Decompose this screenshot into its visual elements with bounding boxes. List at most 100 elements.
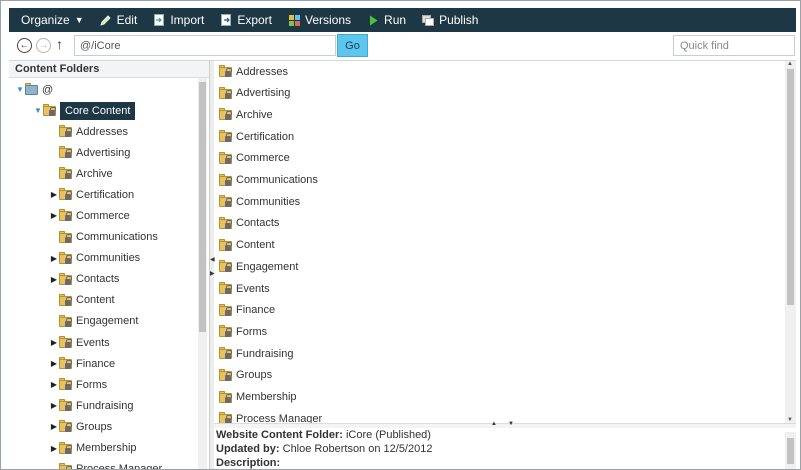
folder-icon xyxy=(59,209,72,222)
tree-item[interactable]: ▶ Events xyxy=(49,332,110,353)
import-button[interactable]: Import xyxy=(145,8,212,32)
folder-icon xyxy=(59,399,72,412)
list-item[interactable]: Addresses xyxy=(219,61,288,82)
tree-item[interactable]: Advertising xyxy=(49,142,130,163)
tree-item[interactable]: ▶ Forms xyxy=(49,374,107,395)
list-item[interactable]: Membership xyxy=(219,387,297,408)
tree-item[interactable]: ▶ Fundraising xyxy=(49,395,133,416)
expand-arrow-icon[interactable]: ▼ xyxy=(33,106,43,115)
expand-arrow-icon[interactable]: ▶ xyxy=(49,444,59,453)
list-item[interactable]: Advertising xyxy=(219,83,290,104)
tree-item-label: Events xyxy=(76,336,110,349)
tree-item[interactable]: Archive xyxy=(49,163,113,184)
folder-icon xyxy=(59,167,72,180)
right-scrollbar[interactable]: ▲ ▼ xyxy=(785,61,796,423)
tree-item[interactable]: Content xyxy=(49,290,115,311)
edit-button[interactable]: Edit xyxy=(92,8,146,32)
list-item[interactable]: Certification xyxy=(219,126,294,147)
list-item[interactable]: Finance xyxy=(219,300,275,321)
list-item-label: Communities xyxy=(236,195,301,208)
folder-icon xyxy=(59,125,72,137)
tree-item-label: Process Manager xyxy=(76,463,163,470)
folder-type-value: iCore (Published) xyxy=(345,429,431,441)
tree-item[interactable]: ▶ Contacts xyxy=(49,269,119,290)
back-arrow-icon[interactable]: ← xyxy=(17,38,32,53)
details-scrollbar-thumb[interactable] xyxy=(787,438,794,464)
tree-item-core-content[interactable]: ▼ Core Content xyxy=(33,100,136,121)
organize-menu-button[interactable]: Organize ▼ xyxy=(15,8,92,32)
root-label: @ xyxy=(42,83,54,96)
expand-arrow-icon[interactable]: ▶ xyxy=(49,422,59,431)
forward-arrow-icon[interactable]: → xyxy=(36,38,51,53)
left-scrollbar[interactable] xyxy=(198,78,207,469)
list-item-label: Certification xyxy=(236,130,295,143)
right-scrollbar-thumb[interactable] xyxy=(787,69,794,305)
pencil-icon xyxy=(100,14,112,26)
tree-item-label: Engagement xyxy=(76,315,139,328)
expand-arrow-icon[interactable]: ▶ xyxy=(49,401,59,410)
folder-icon xyxy=(59,420,72,433)
list-item[interactable]: Engagement xyxy=(219,256,298,277)
collapse-down-icon[interactable]: ▼ xyxy=(508,421,514,427)
list-item[interactable]: Fundraising xyxy=(219,343,293,364)
expand-arrow-icon[interactable]: ▶ xyxy=(49,275,59,284)
tree-item[interactable]: Addresses xyxy=(49,121,128,142)
list-item[interactable]: Communities xyxy=(219,191,300,212)
tree-item[interactable]: Process Manager xyxy=(49,459,163,470)
folder-icon xyxy=(59,146,72,159)
tree-item[interactable]: ▶ Finance xyxy=(49,353,115,374)
list-item[interactable]: Process Manager xyxy=(219,408,322,423)
description-line: Description: xyxy=(216,456,796,469)
list-item-label: Advertising xyxy=(236,87,291,100)
versions-button[interactable]: Versions xyxy=(280,8,359,32)
tree-item-label: Contacts xyxy=(76,273,120,286)
path-input[interactable] xyxy=(74,35,336,56)
tree-item[interactable]: ▶ Communities xyxy=(49,248,140,269)
list-item[interactable]: Communications xyxy=(219,170,318,191)
tree-item[interactable]: ▶ Certification xyxy=(49,184,134,205)
left-scrollbar-thumb[interactable] xyxy=(199,82,206,332)
tree-item[interactable]: ▶ Membership xyxy=(49,438,137,459)
folder-icon xyxy=(219,86,232,99)
go-button[interactable]: Go xyxy=(337,34,368,57)
expand-arrow-icon[interactable]: ▶ xyxy=(49,338,59,347)
expand-arrow-icon[interactable]: ▼ xyxy=(15,85,25,94)
details-panel: Website Content Folder: iCore (Published… xyxy=(214,428,796,469)
tree-item-label: Forms xyxy=(76,378,108,391)
export-button[interactable]: Export xyxy=(212,8,280,32)
folder-icon xyxy=(219,390,232,403)
expand-arrow-icon[interactable]: ▶ xyxy=(49,211,59,220)
list-item-label: Commerce xyxy=(236,152,290,165)
run-button[interactable]: Run xyxy=(359,8,414,32)
publish-icon xyxy=(422,14,435,26)
tree-item[interactable]: Communications xyxy=(49,227,158,248)
up-arrow-icon[interactable]: ↑ xyxy=(56,36,63,52)
list-item[interactable]: Groups xyxy=(219,365,272,386)
folder-icon xyxy=(59,314,72,327)
tree-root[interactable]: ▼ @ xyxy=(15,79,53,100)
run-label: Run xyxy=(384,13,407,27)
publish-button[interactable]: Publish xyxy=(414,8,486,32)
list-item[interactable]: Contacts xyxy=(219,213,279,234)
tree-item[interactable]: Engagement xyxy=(49,311,138,332)
list-item[interactable]: Content xyxy=(219,235,275,256)
import-label: Import xyxy=(170,13,205,27)
list-item[interactable]: Events xyxy=(219,278,270,299)
tree-item[interactable]: ▶ Commerce xyxy=(49,205,130,226)
tree-item[interactable]: ▶ Groups xyxy=(49,416,112,437)
list-item[interactable]: Forms xyxy=(219,321,267,342)
list-item[interactable]: Archive xyxy=(219,104,273,125)
tree-item-label: Communications xyxy=(76,231,158,243)
list-item[interactable]: Commerce xyxy=(219,148,290,169)
expand-arrow-icon[interactable]: ▶ xyxy=(49,380,59,389)
folder-icon xyxy=(219,282,232,294)
collapse-up-icon[interactable]: ▲ xyxy=(491,421,497,427)
scroll-up-icon[interactable]: ▲ xyxy=(787,61,793,67)
expand-arrow-icon[interactable]: ▶ xyxy=(49,359,59,368)
expand-arrow-icon[interactable]: ▶ xyxy=(49,190,59,199)
list-item-label: Events xyxy=(236,282,270,295)
quick-find-input[interactable] xyxy=(673,35,795,56)
list-item-label: Process Manager xyxy=(236,412,323,423)
details-scrollbar[interactable] xyxy=(785,432,796,469)
expand-arrow-icon[interactable]: ▶ xyxy=(49,254,59,263)
